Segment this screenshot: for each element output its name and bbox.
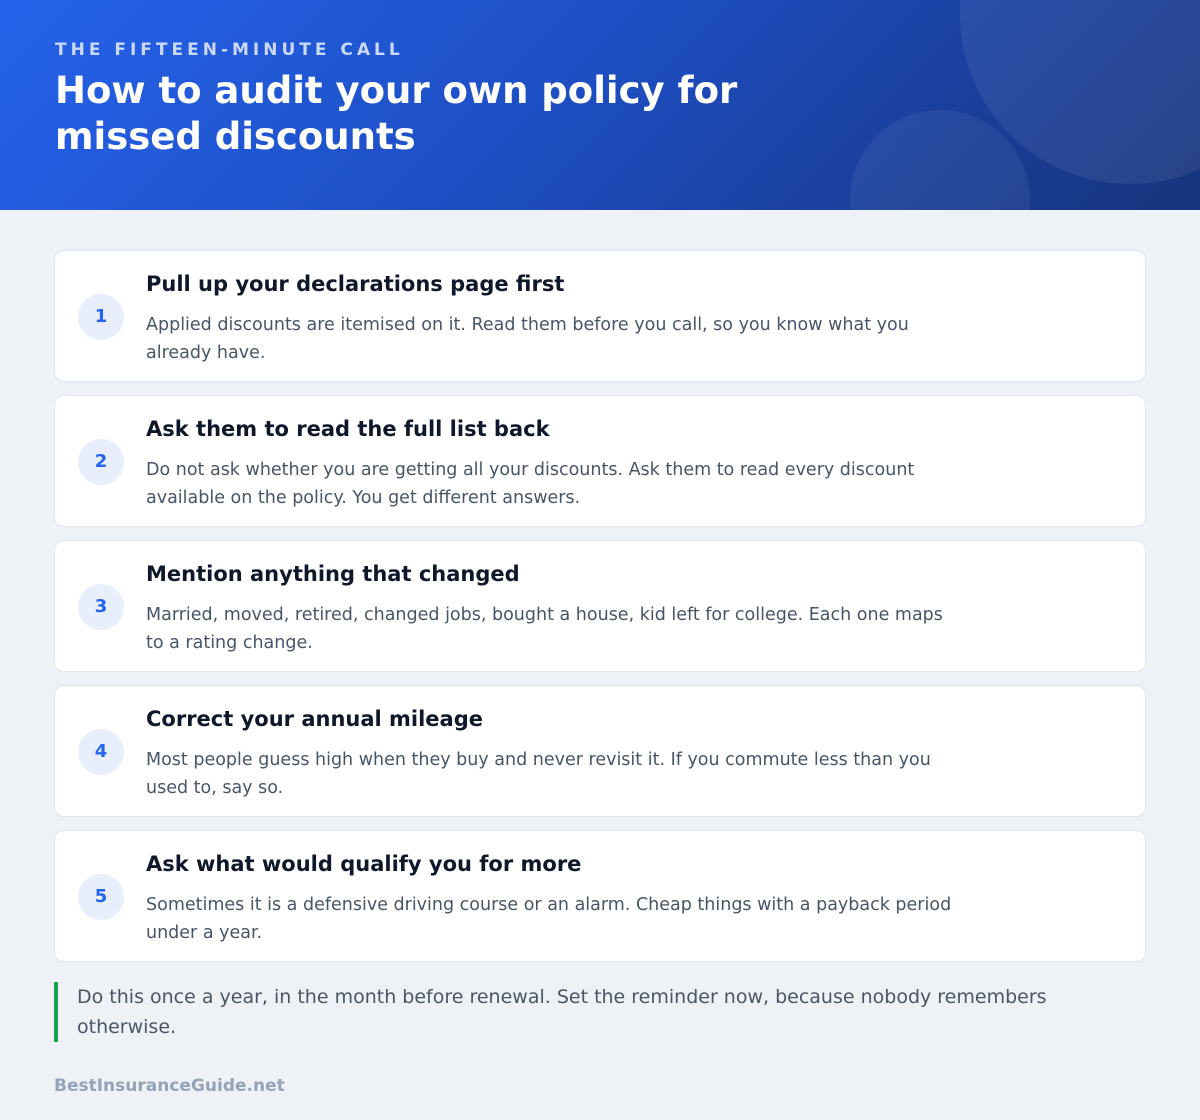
step-title: Ask what would qualify you for more [146,852,582,876]
header-banner: THE FIFTEEN-MINUTE CALL How to audit you… [0,0,1200,210]
step-card: 4 Correct your annual mileage Most peopl… [54,685,1146,817]
step-description: Applied discounts are itemised on it. Re… [146,315,909,363]
step-description: Sometimes it is a defensive driving cour… [146,895,952,943]
step-number-badge: 2 [78,439,124,485]
step-description: Do not ask whether you are getting all y… [146,460,915,508]
step-title: Correct your annual mileage [146,707,483,731]
eyebrow-label: THE FIFTEEN-MINUTE CALL [55,40,404,60]
step-number-badge: 5 [78,874,124,920]
step-number-badge: 1 [78,294,124,340]
step-number-badge: 3 [78,584,124,630]
step-title: Mention anything that changed [146,562,520,586]
steps-list: 1 Pull up your declarations page first A… [54,250,1146,975]
step-card: 3 Mention anything that changed Married,… [54,540,1146,672]
step-card: 1 Pull up your declarations page first A… [54,250,1146,382]
step-description: Married, moved, retired, changed jobs, b… [146,605,943,653]
page-title: How to audit your own policy for missed … [55,69,738,158]
step-number-badge: 4 [78,729,124,775]
site-credit: BestInsuranceGuide.net [54,1076,285,1096]
step-card: 2 Ask them to read the full list back Do… [54,395,1146,527]
step-title: Pull up your declarations page first [146,272,565,296]
step-card: 5 Ask what would qualify you for more So… [54,830,1146,962]
renewal-reminder-note: Do this once a year, in the month before… [54,982,1054,1042]
step-description: Most people guess high when they buy and… [146,750,931,798]
step-title: Ask them to read the full list back [146,417,550,441]
